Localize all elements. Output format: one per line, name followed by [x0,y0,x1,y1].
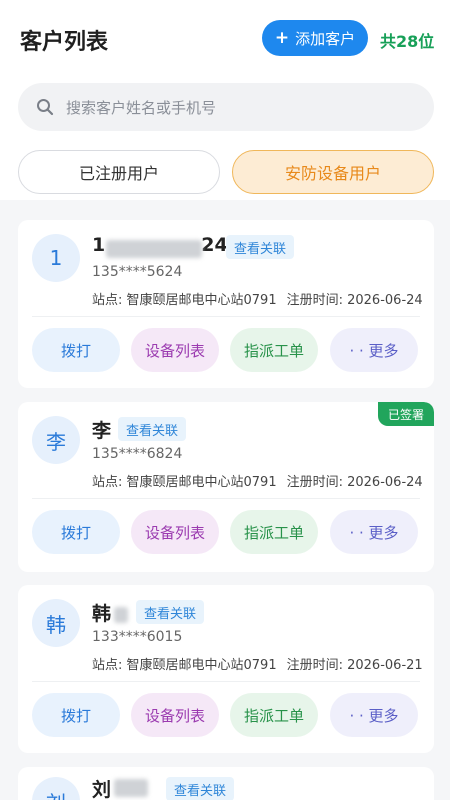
avatar: 刘 [32,777,80,800]
call-button[interactable]: 拨打 [32,693,120,737]
station-text: 站点: 智康颐居邮电中心站0791 [92,658,277,673]
view-relation-link[interactable]: 查看关联 [136,600,205,624]
tab-security-device-users[interactable]: 安防设备用户 [232,150,434,194]
assign-order-button[interactable]: 指派工单 [230,328,318,372]
customer-card: 1 1 24 查看关联 135****5624 站点: 智康颐居邮电中心站0791… [18,220,434,388]
device-list-button[interactable]: 设备列表 [131,510,219,554]
customer-card: 刘 刘 查看关联 [18,767,434,800]
call-button[interactable]: 拨打 [32,328,120,372]
redacted-name [106,240,202,258]
station-text: 站点: 智康颐居邮电中心站0791 [92,475,277,490]
add-customer-button[interactable]: + 添加客户 [262,20,368,56]
customer-phone: 133****6015 [92,629,183,645]
customer-meta: 站点: 智康颐居邮电中心站0791 注册时间: 2026-06-24 [92,289,423,308]
avatar: 韩 [32,599,80,647]
divider [32,498,420,499]
search-icon [36,98,54,116]
assign-order-button[interactable]: 指派工单 [230,693,318,737]
redacted-name [114,779,148,797]
redacted-name [114,607,128,623]
customer-card: 韩 韩 查看关联 133****6015 站点: 智康颐居邮电中心站0791 注册… [18,585,434,753]
register-time: 注册时间: 2026-06-24 [286,293,423,308]
search-input[interactable]: 搜索客户姓名或手机号 [18,83,434,131]
more-button[interactable]: · · 更多 [330,510,418,554]
call-button[interactable]: 拨打 [32,510,120,554]
signed-badge: 已签署 [377,402,434,426]
customer-phone: 135****5624 [92,264,183,280]
divider [32,681,420,682]
customer-meta: 站点: 智康颐居邮电中心站0791 注册时间: 2026-06-24 [92,471,423,490]
device-list-button[interactable]: 设备列表 [131,328,219,372]
station-text: 站点: 智康颐居邮电中心站0791 [92,293,277,308]
device-list-button[interactable]: 设备列表 [131,693,219,737]
more-button[interactable]: · · 更多 [330,693,418,737]
register-time: 注册时间: 2026-06-21 [286,658,423,673]
customer-name: 刘 [92,779,112,800]
search-placeholder: 搜索客户姓名或手机号 [66,98,217,117]
assign-order-button[interactable]: 指派工单 [230,510,318,554]
customer-card: 已签署 李 李 查看关联 135****6824 站点: 智康颐居邮电中心站07… [18,402,434,572]
plus-icon: + [274,28,290,48]
more-button[interactable]: · · 更多 [330,328,418,372]
page-title: 客户列表 [20,30,109,55]
view-relation-link[interactable]: 查看关联 [118,417,187,441]
avatar: 1 [32,234,80,282]
tab-registered-users[interactable]: 已注册用户 [18,150,220,194]
customer-count: 共28位 [380,32,435,51]
customer-name: 韩 [92,603,112,625]
avatar: 李 [32,416,80,464]
view-relation-link[interactable]: 查看关联 [166,777,235,800]
customer-phone: 135****6824 [92,446,183,462]
register-time: 注册时间: 2026-06-24 [286,475,423,490]
divider [32,316,420,317]
customer-meta: 站点: 智康颐居邮电中心站0791 注册时间: 2026-06-21 [92,654,423,673]
add-customer-label: 添加客户 [295,29,356,48]
customer-name: 李 [92,420,112,442]
view-relation-link[interactable]: 查看关联 [226,235,295,259]
